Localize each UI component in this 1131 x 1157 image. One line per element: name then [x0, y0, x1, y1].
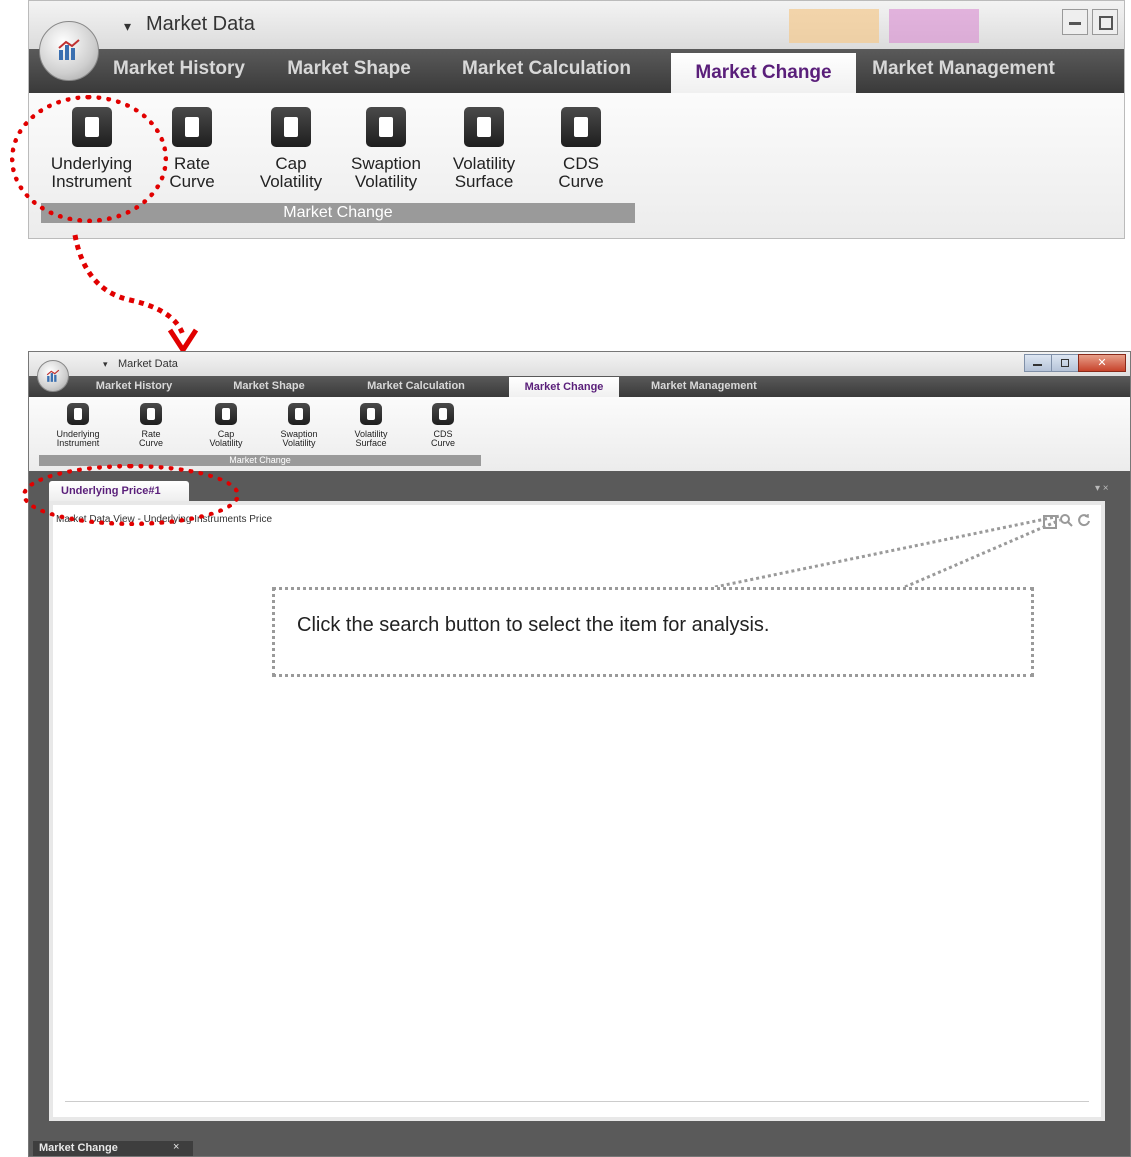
callout-pointer-lines — [714, 514, 1061, 589]
callout-text: Click the search button to select the it… — [297, 614, 770, 636]
instruction-callout: Click the search button to select the it… — [272, 587, 1034, 677]
